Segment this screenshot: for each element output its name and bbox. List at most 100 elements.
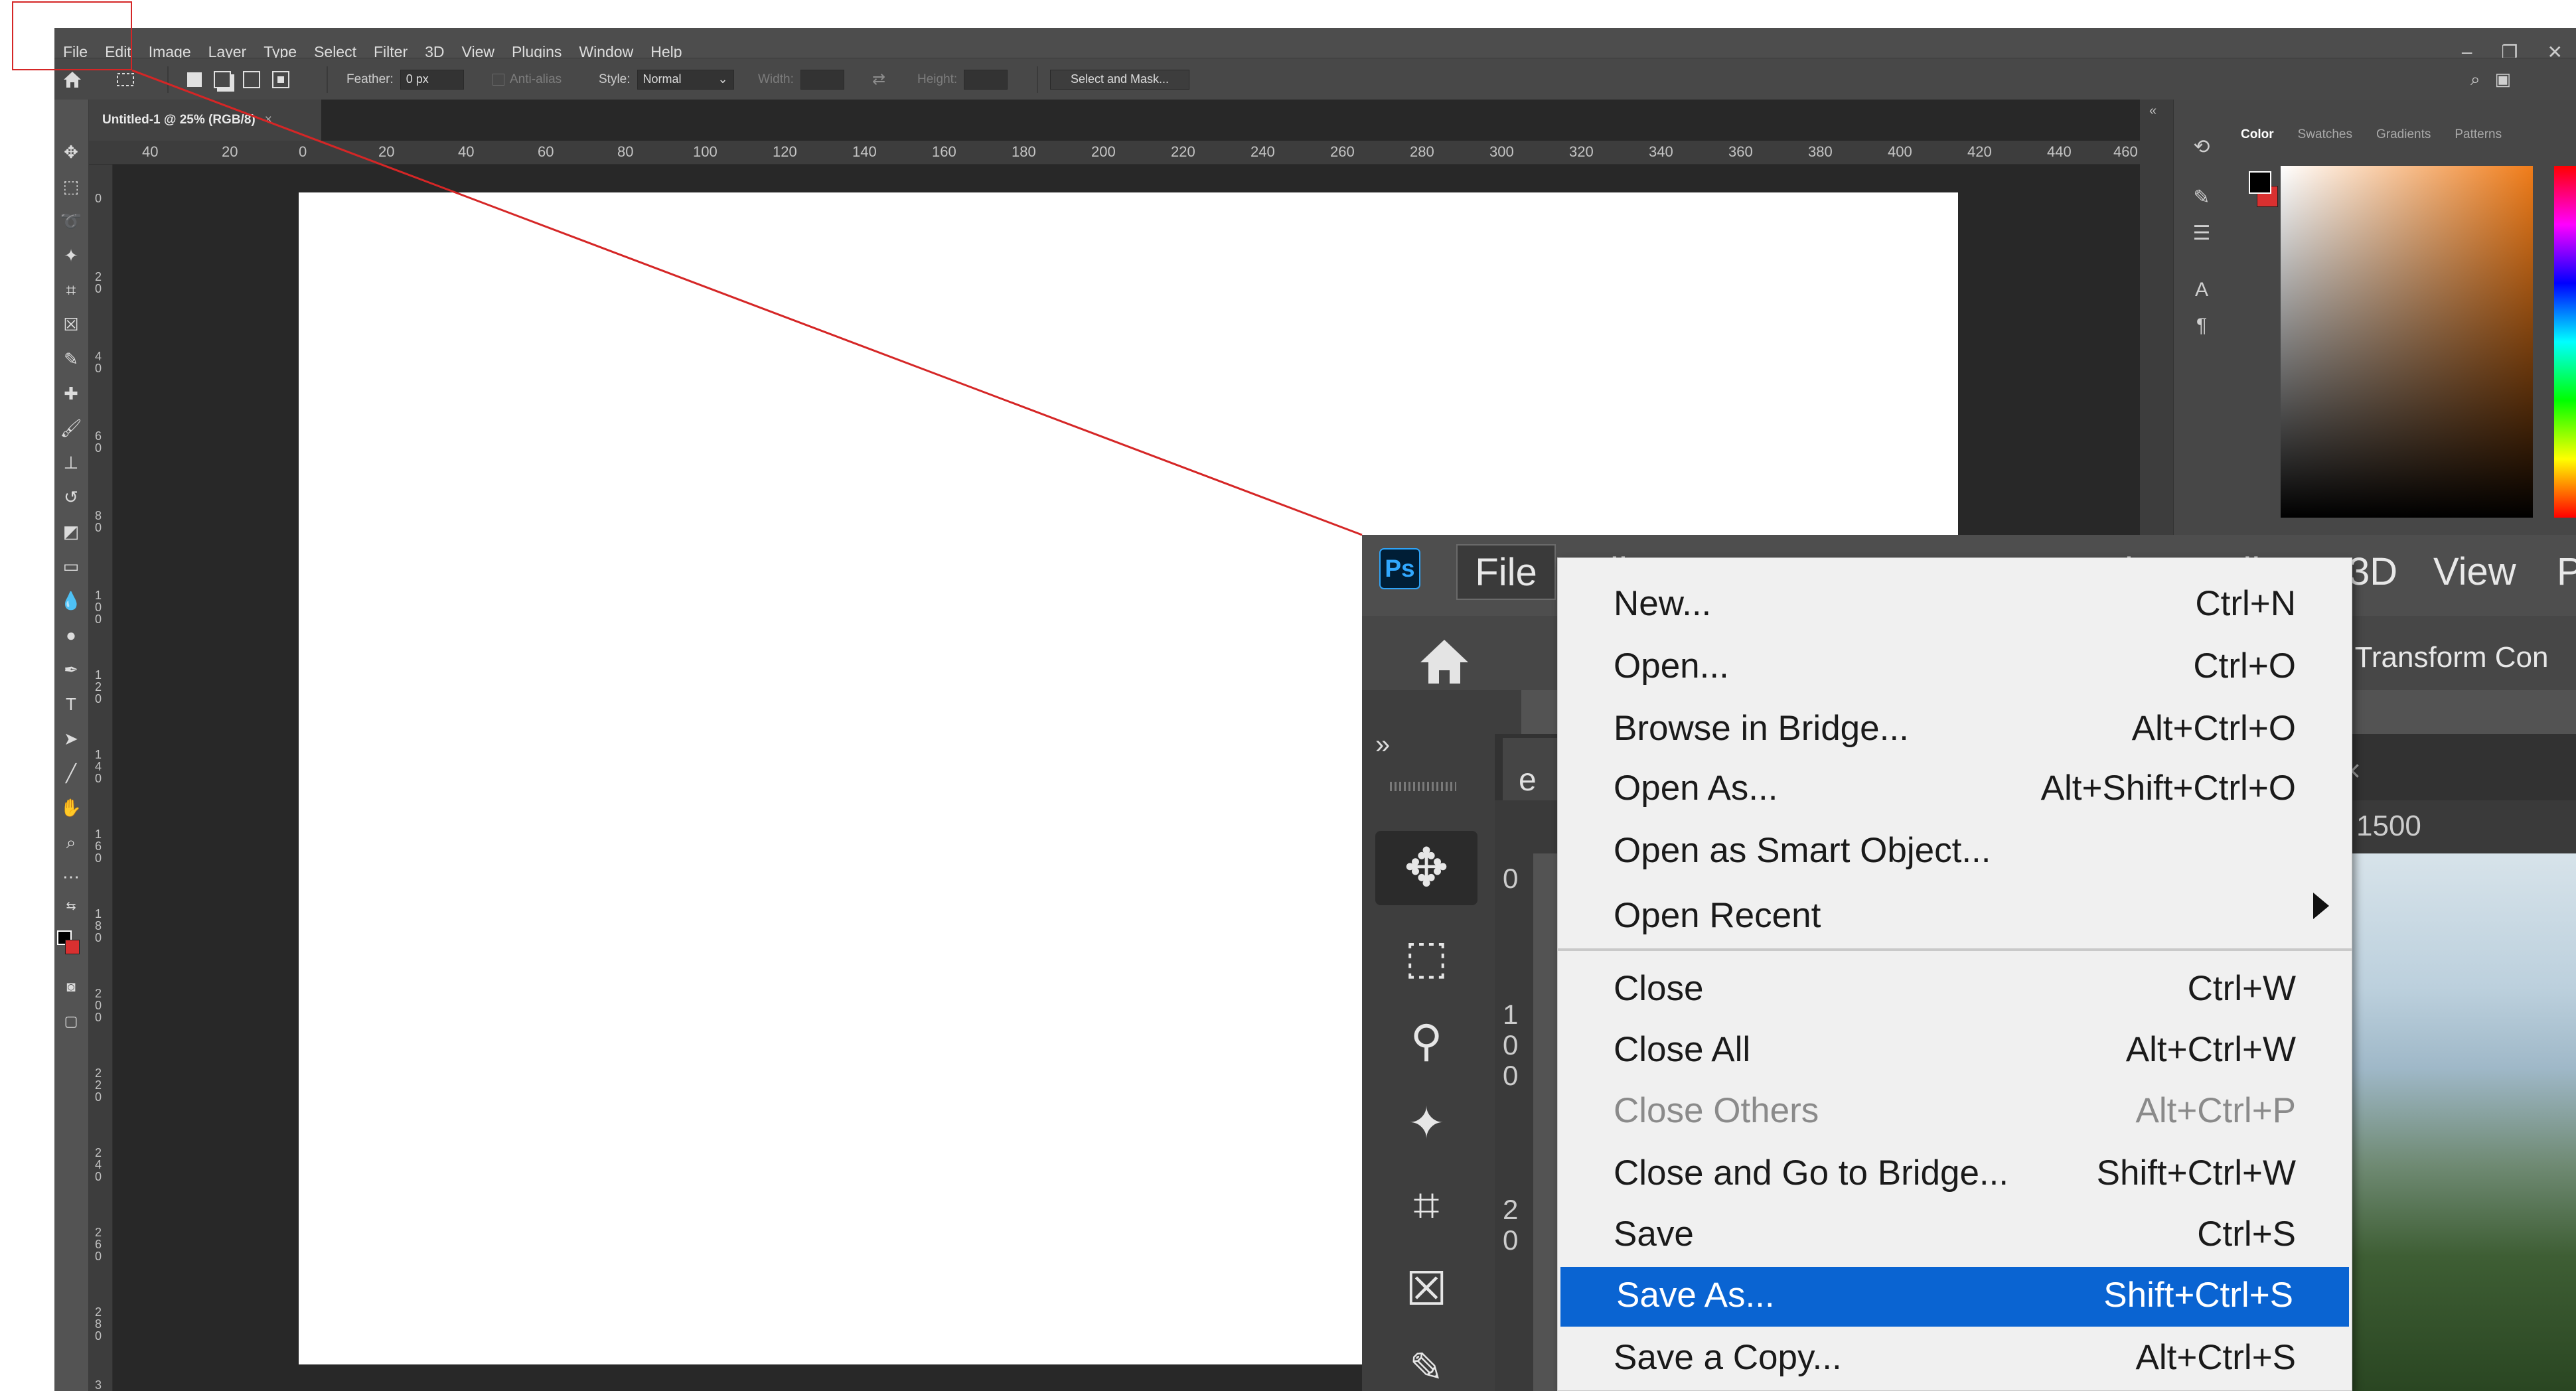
inset-move-tool-icon[interactable]: ✥ bbox=[1375, 831, 1477, 905]
crop-tool-icon[interactable]: ⌗ bbox=[60, 279, 82, 301]
feather-input[interactable]: 0 px bbox=[400, 69, 464, 90]
path-selection-tool-icon[interactable]: ➤ bbox=[60, 727, 82, 750]
paragraph-icon[interactable]: ¶ bbox=[2174, 315, 2230, 337]
inset-magic-wand-tool-icon[interactable]: ✦ bbox=[1375, 1086, 1477, 1160]
menu-item-label: Close bbox=[1614, 969, 1704, 1008]
tab-patterns[interactable]: Patterns bbox=[2443, 127, 2514, 142]
document-tab[interactable]: Untitled-1 @ 25% (RGB/8) × bbox=[89, 100, 321, 141]
ruler-label: 320 bbox=[1569, 143, 1594, 160]
file-menu-dropdown: New... Ctrl+N Open... Ctrl+O Browse in B… bbox=[1557, 557, 2352, 1391]
menu-item-label: Open as Smart Object... bbox=[1614, 831, 1991, 870]
menu-item-browse-in-bridge[interactable]: Browse in Bridge... Alt+Ctrl+O bbox=[1558, 700, 2352, 760]
zoom-tool-icon[interactable]: ⌕ bbox=[60, 831, 82, 853]
menu-item-open-as-smart-object[interactable]: Open as Smart Object... bbox=[1558, 822, 2352, 882]
tab-gradients[interactable]: Gradients bbox=[2364, 127, 2443, 142]
style-select[interactable]: Normal ⌄ bbox=[637, 69, 734, 90]
swap-dimensions-icon[interactable]: ⇄ bbox=[872, 58, 885, 100]
menu-item-save[interactable]: Save Ctrl+S bbox=[1558, 1206, 2352, 1266]
document-tab-title: Untitled-1 @ 25% (RGB/8) bbox=[102, 113, 256, 127]
background-color-swatch[interactable] bbox=[65, 940, 80, 954]
pen-tool-icon[interactable]: ✒ bbox=[60, 658, 82, 681]
marquee-tool-icon[interactable]: ⬚ bbox=[60, 175, 82, 198]
ruler-label: 160 bbox=[932, 143, 956, 160]
inset-menu-view[interactable]: View bbox=[2433, 549, 2516, 594]
select-and-mask-button[interactable]: Select and Mask... bbox=[1050, 69, 1189, 90]
menu-item-close-and-go-to-bridge[interactable]: Close and Go to Bridge... Shift+Ctrl+W bbox=[1558, 1145, 2352, 1205]
inset-eyedropper-tool-icon[interactable]: ✎ bbox=[1375, 1331, 1477, 1391]
inset-menu-plugins[interactable]: P bbox=[2557, 549, 2576, 594]
subtract-selection-icon[interactable] bbox=[243, 70, 260, 88]
panel-foreground-swatch[interactable] bbox=[2249, 171, 2271, 194]
eyedropper-tool-icon[interactable]: ✎ bbox=[60, 348, 82, 370]
collapse-panels-icon[interactable]: « bbox=[2149, 104, 2157, 119]
inset-menu-file[interactable]: File bbox=[1456, 544, 1556, 600]
magic-wand-tool-icon[interactable]: ✦ bbox=[60, 244, 82, 267]
new-selection-icon[interactable] bbox=[187, 72, 202, 87]
line-tool-icon[interactable]: ╱ bbox=[60, 762, 82, 784]
workspace-icon[interactable]: ▣ bbox=[2495, 69, 2512, 90]
panel-grip-icon[interactable] bbox=[1390, 782, 1456, 791]
ruler-label: 280 bbox=[94, 1305, 102, 1343]
search-icon[interactable]: ⌕ bbox=[2470, 69, 2480, 90]
menu-item-open[interactable]: Open... Ctrl+O bbox=[1558, 638, 2352, 697]
ruler-label: 260 bbox=[1330, 143, 1355, 160]
feather-label: Feather: bbox=[346, 72, 394, 86]
dodge-tool-icon[interactable]: ● bbox=[60, 624, 82, 646]
eraser-tool-icon[interactable]: ◩ bbox=[60, 520, 82, 543]
menu-item-close[interactable]: Close Ctrl+W bbox=[1558, 960, 2352, 1020]
more-tools-icon[interactable]: ⋯ bbox=[60, 865, 82, 888]
add-selection-icon[interactable] bbox=[214, 70, 231, 88]
inset-object-selection-tool-icon[interactable]: ⚲ bbox=[1375, 1003, 1477, 1078]
menu-item-shortcut: Alt+Ctrl+O bbox=[2131, 709, 2296, 748]
expand-panel-icon[interactable]: » bbox=[1375, 730, 1390, 760]
quick-mask-icon[interactable]: ◙ bbox=[60, 976, 82, 998]
ruler-label: 220 bbox=[1171, 143, 1195, 160]
hue-slider[interactable] bbox=[2554, 166, 2576, 518]
ruler-label: 60 bbox=[94, 429, 102, 455]
inset-crop-tool-icon[interactable]: ⌗ bbox=[1375, 1168, 1477, 1242]
menu-item-shortcut: Ctrl+S bbox=[2197, 1214, 2296, 1254]
healing-brush-tool-icon[interactable]: ✚ bbox=[60, 382, 82, 405]
adjustments-icon[interactable]: ☰ bbox=[2174, 222, 2230, 245]
inset-home-button[interactable] bbox=[1411, 634, 1477, 688]
ruler-label: 160 bbox=[94, 828, 102, 865]
antialias-checkbox[interactable] bbox=[492, 73, 504, 86]
inset-frame-tool-icon[interactable]: ☒ bbox=[1375, 1252, 1477, 1326]
menu-item-open-recent[interactable]: Open Recent bbox=[1558, 887, 2352, 947]
tools-panel: ✥ ⬚ ➰ ✦ ⌗ ☒ ✎ ✚ 🖌 ⊥ ↺ ◩ ▭ 💧 ● ✒ T ➤ ╱ ✋ … bbox=[54, 100, 89, 1391]
style-value: Normal bbox=[643, 72, 682, 86]
history-icon[interactable]: ⟲ bbox=[2174, 135, 2230, 159]
brush-settings-icon[interactable]: ✎ bbox=[2174, 186, 2230, 209]
stamp-tool-icon[interactable]: ⊥ bbox=[60, 451, 82, 474]
menu-item-open-as[interactable]: Open As... Alt+Shift+Ctrl+O bbox=[1558, 760, 2352, 820]
tab-color[interactable]: Color bbox=[2229, 127, 2286, 142]
close-tab-icon[interactable]: × bbox=[265, 113, 272, 127]
frame-tool-icon[interactable]: ☒ bbox=[60, 313, 82, 336]
move-tool-icon[interactable]: ✥ bbox=[60, 141, 82, 163]
blur-tool-icon[interactable]: 💧 bbox=[60, 589, 82, 612]
brush-tool-icon[interactable]: 🖌 bbox=[60, 417, 82, 439]
menu-item-save-as[interactable]: Save As... Shift+Ctrl+S bbox=[1560, 1267, 2349, 1327]
lasso-tool-icon[interactable]: ➰ bbox=[60, 210, 82, 232]
character-icon[interactable]: A bbox=[2174, 279, 2230, 301]
tab-swatches[interactable]: Swatches bbox=[2286, 127, 2364, 142]
color-picker-field[interactable] bbox=[2281, 166, 2533, 518]
inset-marquee-tool-icon[interactable]: ⬚ bbox=[1375, 920, 1477, 994]
home-icon bbox=[64, 71, 81, 88]
ruler-label: 220 bbox=[94, 1066, 102, 1104]
screen-mode-icon[interactable]: ▢ bbox=[60, 1010, 82, 1033]
menu-item-new[interactable]: New... Ctrl+N bbox=[1558, 575, 2352, 635]
hand-tool-icon[interactable]: ✋ bbox=[60, 796, 82, 819]
swap-colors-icon[interactable]: ⇆ bbox=[60, 895, 82, 917]
menu-item-close-all[interactable]: Close All Alt+Ctrl+W bbox=[1558, 1021, 2352, 1081]
height-input[interactable] bbox=[964, 69, 1008, 90]
menu-item-save-a-copy[interactable]: Save a Copy... Alt+Ctrl+S bbox=[1558, 1329, 2352, 1389]
width-input[interactable] bbox=[800, 69, 844, 90]
history-brush-tool-icon[interactable]: ↺ bbox=[60, 486, 82, 508]
inset-menu-3d[interactable]: 3D bbox=[2348, 549, 2397, 594]
menu-item-label: Close and Go to Bridge... bbox=[1614, 1153, 2009, 1193]
type-tool-icon[interactable]: T bbox=[60, 693, 82, 715]
intersect-selection-icon[interactable] bbox=[272, 70, 289, 88]
gradient-tool-icon[interactable]: ▭ bbox=[60, 555, 82, 577]
ruler-label: 80 bbox=[94, 509, 102, 534]
